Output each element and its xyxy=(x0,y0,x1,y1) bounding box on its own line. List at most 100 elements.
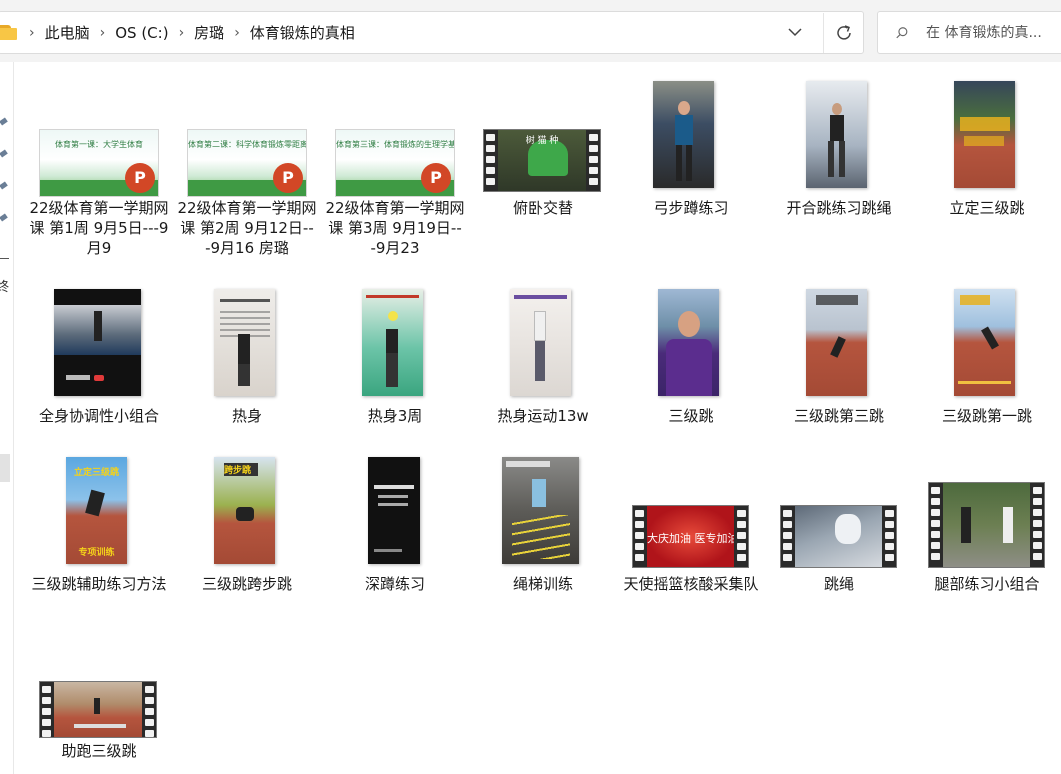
video-thumbnail xyxy=(502,457,579,564)
file-item-video[interactable]: 树 猫 种 俯卧交替 xyxy=(473,129,613,229)
video-filmstrip-thumbnail: 树 猫 种 xyxy=(483,129,601,192)
thumbnail-caption: 树 猫 种 xyxy=(525,136,559,146)
chevron-right-icon[interactable]: › xyxy=(29,25,35,41)
video-filmstrip-thumbnail xyxy=(780,505,897,568)
file-item-video[interactable]: 助跑三级跳 xyxy=(29,681,169,771)
file-item-video[interactable]: 热身运动13w xyxy=(473,289,613,429)
thumbnail-caption: 专项训练 xyxy=(78,548,115,558)
thumbnail-caption: 立定三级跳 xyxy=(73,468,119,478)
file-name: 弓步蹲练习 xyxy=(653,199,729,217)
video-thumbnail xyxy=(368,457,420,564)
powerpoint-icon: P xyxy=(125,163,155,193)
file-item-video[interactable]: 热身 xyxy=(177,289,317,429)
video-thumbnail xyxy=(510,289,571,396)
search-icon xyxy=(896,26,908,38)
powerpoint-icon: P xyxy=(421,163,451,193)
file-name: 助跑三级跳 xyxy=(61,742,137,760)
file-item-video[interactable]: 弓步蹲练习 xyxy=(621,81,761,231)
file-name: 热身 xyxy=(231,407,262,425)
video-thumbnail xyxy=(214,289,275,396)
video-filmstrip-thumbnail xyxy=(928,482,1045,568)
file-item-video[interactable]: 跳绳 xyxy=(769,505,909,605)
file-name: 热身运动13w xyxy=(497,407,589,425)
file-item-video[interactable]: 三级跳第一跳 xyxy=(917,289,1057,429)
file-name: 跳绳 xyxy=(823,575,854,593)
file-name: 开合跳练习跳绳 xyxy=(786,199,892,217)
file-name: 三级跳第一跳 xyxy=(941,407,1032,425)
breadcrumb-user-folder[interactable]: 房璐 xyxy=(194,22,224,43)
powerpoint-thumbnail: 体育第一课：大学生体育 P xyxy=(39,129,159,197)
thumbnail-caption: 大庆加油 医专加油 xyxy=(647,532,734,546)
file-name: 天使摇篮核酸采集队 xyxy=(623,575,759,593)
file-item-ppt[interactable]: 体育第三课：体育锻炼的生理学基础 P 22级体育第一学期网课 第3周 9月19日… xyxy=(325,129,465,279)
video-thumbnail xyxy=(362,289,423,396)
video-thumbnail xyxy=(806,81,867,188)
chevron-down-icon xyxy=(788,28,802,37)
file-name: 腿部练习小组合 xyxy=(934,575,1040,593)
file-name: 三级跳跨步跳 xyxy=(201,575,292,593)
file-name: 三级跳 xyxy=(668,407,714,425)
file-item-ppt[interactable]: 体育第二课：科学体育锻炼零距离 P 22级体育第一学期网课 第2周 9月12日-… xyxy=(177,129,317,279)
file-item-video[interactable]: 全身协调性小组合 xyxy=(29,289,169,449)
file-name: 立定三级跳 xyxy=(949,199,1025,217)
breadcrumb-this-pc[interactable]: 此电脑 xyxy=(45,22,90,43)
thumbnail-caption: 跨步跳 xyxy=(224,463,258,476)
file-item-video[interactable]: 大庆加油 医专加油 天使摇篮核酸采集队 xyxy=(621,505,761,625)
file-name: 热身3周 xyxy=(367,407,423,425)
file-name: 22级体育第一学期网课 第3周 9月19日---9月23 xyxy=(325,199,465,257)
pin-icon xyxy=(0,181,8,191)
chevron-right-icon[interactable]: › xyxy=(179,25,185,41)
file-item-video[interactable]: 深蹲练习 xyxy=(325,457,465,597)
video-thumbnail xyxy=(954,81,1015,188)
nav-item-label-fragment[interactable]: 终 xyxy=(0,276,9,295)
address-bar[interactable]: › 此电脑 › OS (C:) › 房璐 › 体育锻炼的真相 xyxy=(0,11,864,54)
file-item-video[interactable]: 腿部练习小组合 xyxy=(917,482,1057,612)
history-dropdown-button[interactable] xyxy=(785,23,805,43)
folder-icon xyxy=(0,25,19,40)
file-item-video[interactable]: 跨步跳 三级跳跨步跳 xyxy=(177,457,317,597)
file-item-video[interactable]: 立定三级跳 专项训练 三级跳辅助练习方法 xyxy=(29,457,169,617)
breadcrumb-current-folder[interactable]: 体育锻炼的真相 xyxy=(250,22,355,43)
nav-divider xyxy=(0,258,9,259)
refresh-button[interactable] xyxy=(823,12,863,53)
pin-icon xyxy=(0,149,8,159)
video-thumbnail xyxy=(954,289,1015,396)
file-name: 三级跳第三跳 xyxy=(793,407,884,425)
video-thumbnail xyxy=(806,289,867,396)
search-box[interactable] xyxy=(877,11,1061,54)
file-item-video[interactable]: 绳梯训练 xyxy=(473,457,613,597)
file-item-video[interactable]: 立定三级跳 xyxy=(917,81,1057,231)
refresh-icon xyxy=(836,24,851,40)
file-name: 俯卧交替 xyxy=(512,199,573,217)
powerpoint-icon: P xyxy=(273,163,303,193)
file-item-video[interactable]: 三级跳 xyxy=(621,289,761,429)
thumbnail-title: 体育第一课：大学生体育 xyxy=(55,140,143,149)
thumbnail-title: 体育第三课：体育锻炼的生理学基础 xyxy=(336,140,455,149)
file-item-video[interactable]: 开合跳练习跳绳 xyxy=(769,81,909,231)
pin-icon xyxy=(0,117,8,127)
file-name: 22级体育第一学期网课 第2周 9月12日---9月16 房璐 xyxy=(177,199,317,257)
file-name: 深蹲练习 xyxy=(364,575,425,593)
video-thumbnail xyxy=(54,289,141,396)
thumbnail-title: 体育第二课：科学体育锻炼零距离 xyxy=(188,140,307,149)
file-item-video[interactable]: 三级跳第三跳 xyxy=(769,289,909,429)
file-name: 三级跳辅助练习方法 xyxy=(31,575,167,593)
video-thumbnail: 立定三级跳 专项训练 xyxy=(66,457,127,564)
pin-icon xyxy=(0,213,8,223)
powerpoint-thumbnail: 体育第三课：体育锻炼的生理学基础 P xyxy=(335,129,455,197)
breadcrumb-drive[interactable]: OS (C:) xyxy=(115,24,168,42)
nav-selected-item[interactable] xyxy=(0,454,10,482)
address-toolbar: › 此电脑 › OS (C:) › 房璐 › 体育锻炼的真相 xyxy=(0,0,1061,62)
file-item-ppt[interactable]: 体育第一课：大学生体育 P 22级体育第一学期网课 第1周 9月5日---9月9 xyxy=(29,129,169,279)
video-thumbnail xyxy=(658,289,719,396)
file-name: 绳梯训练 xyxy=(512,575,573,593)
video-thumbnail: 跨步跳 xyxy=(214,457,275,564)
file-name: 全身协调性小组合 xyxy=(38,407,159,425)
search-input[interactable] xyxy=(926,24,1061,41)
navigation-pane[interactable]: 终 xyxy=(0,62,14,774)
file-item-video[interactable]: 热身3周 xyxy=(325,289,465,429)
chevron-right-icon[interactable]: › xyxy=(234,25,240,41)
chevron-right-icon[interactable]: › xyxy=(100,25,106,41)
video-filmstrip-thumbnail xyxy=(39,681,157,738)
powerpoint-thumbnail: 体育第二课：科学体育锻炼零距离 P xyxy=(187,129,307,197)
